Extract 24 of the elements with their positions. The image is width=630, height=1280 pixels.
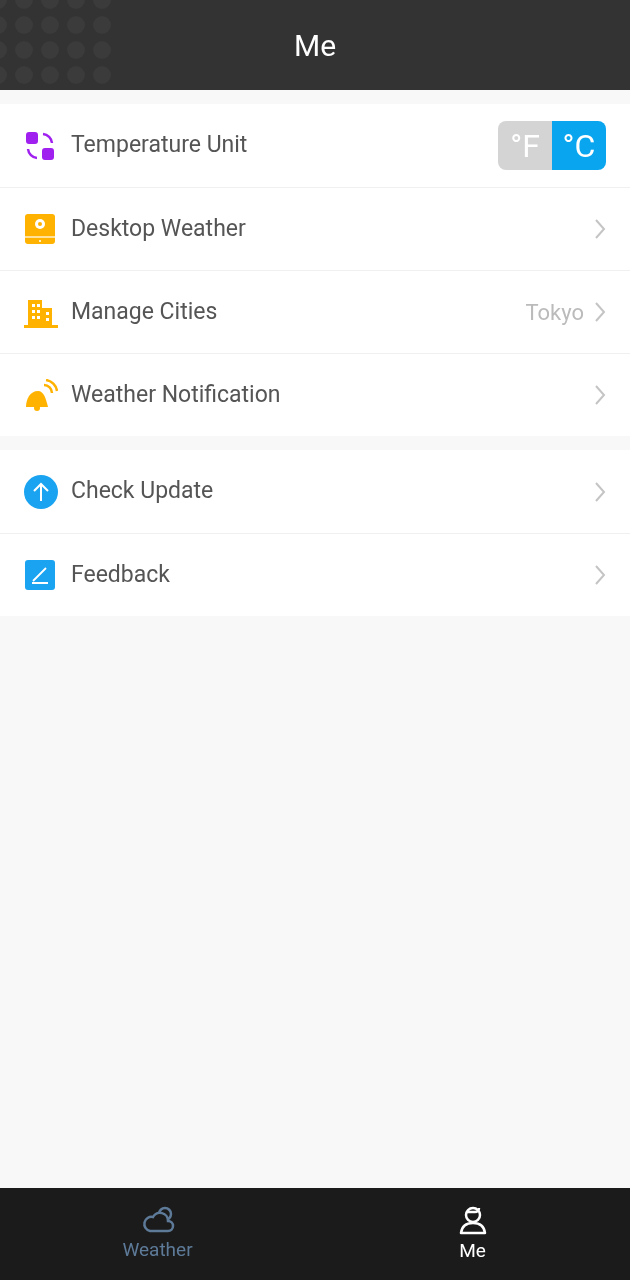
unit-swap-icon <box>24 129 56 162</box>
chevron-right-icon <box>594 218 606 240</box>
nav-tab[interactable]: Me <box>315 1188 630 1280</box>
row-label: Check Update <box>71 476 215 507</box>
edit-icon <box>24 559 56 591</box>
monitor-gear-icon <box>24 213 56 245</box>
chevron-right-icon <box>594 384 606 406</box>
chevron-right-icon <box>594 564 606 586</box>
row-value: Tokyo <box>525 298 584 327</box>
settings-row[interactable]: Manage Cities Tokyo <box>0 270 630 353</box>
chevron-right-icon <box>594 301 606 323</box>
row-label: Temperature Unit <box>71 130 249 161</box>
nav-tab[interactable]: Weather <box>0 1188 315 1280</box>
row-label: Weather Notification <box>71 379 282 410</box>
settings-row[interactable]: Feedback <box>0 533 630 616</box>
row-label: Feedback <box>71 559 171 590</box>
settings-row[interactable]: Weather Notification <box>0 353 630 436</box>
settings-row[interactable]: Check Update <box>0 450 630 533</box>
page-title: Me <box>293 26 337 65</box>
row-label: Desktop Weather <box>71 213 247 244</box>
settings-row[interactable]: Desktop Weather <box>0 187 630 270</box>
bell-icon <box>24 379 58 411</box>
chevron-right-icon <box>594 480 606 503</box>
row-label: Manage Cities <box>71 296 219 327</box>
